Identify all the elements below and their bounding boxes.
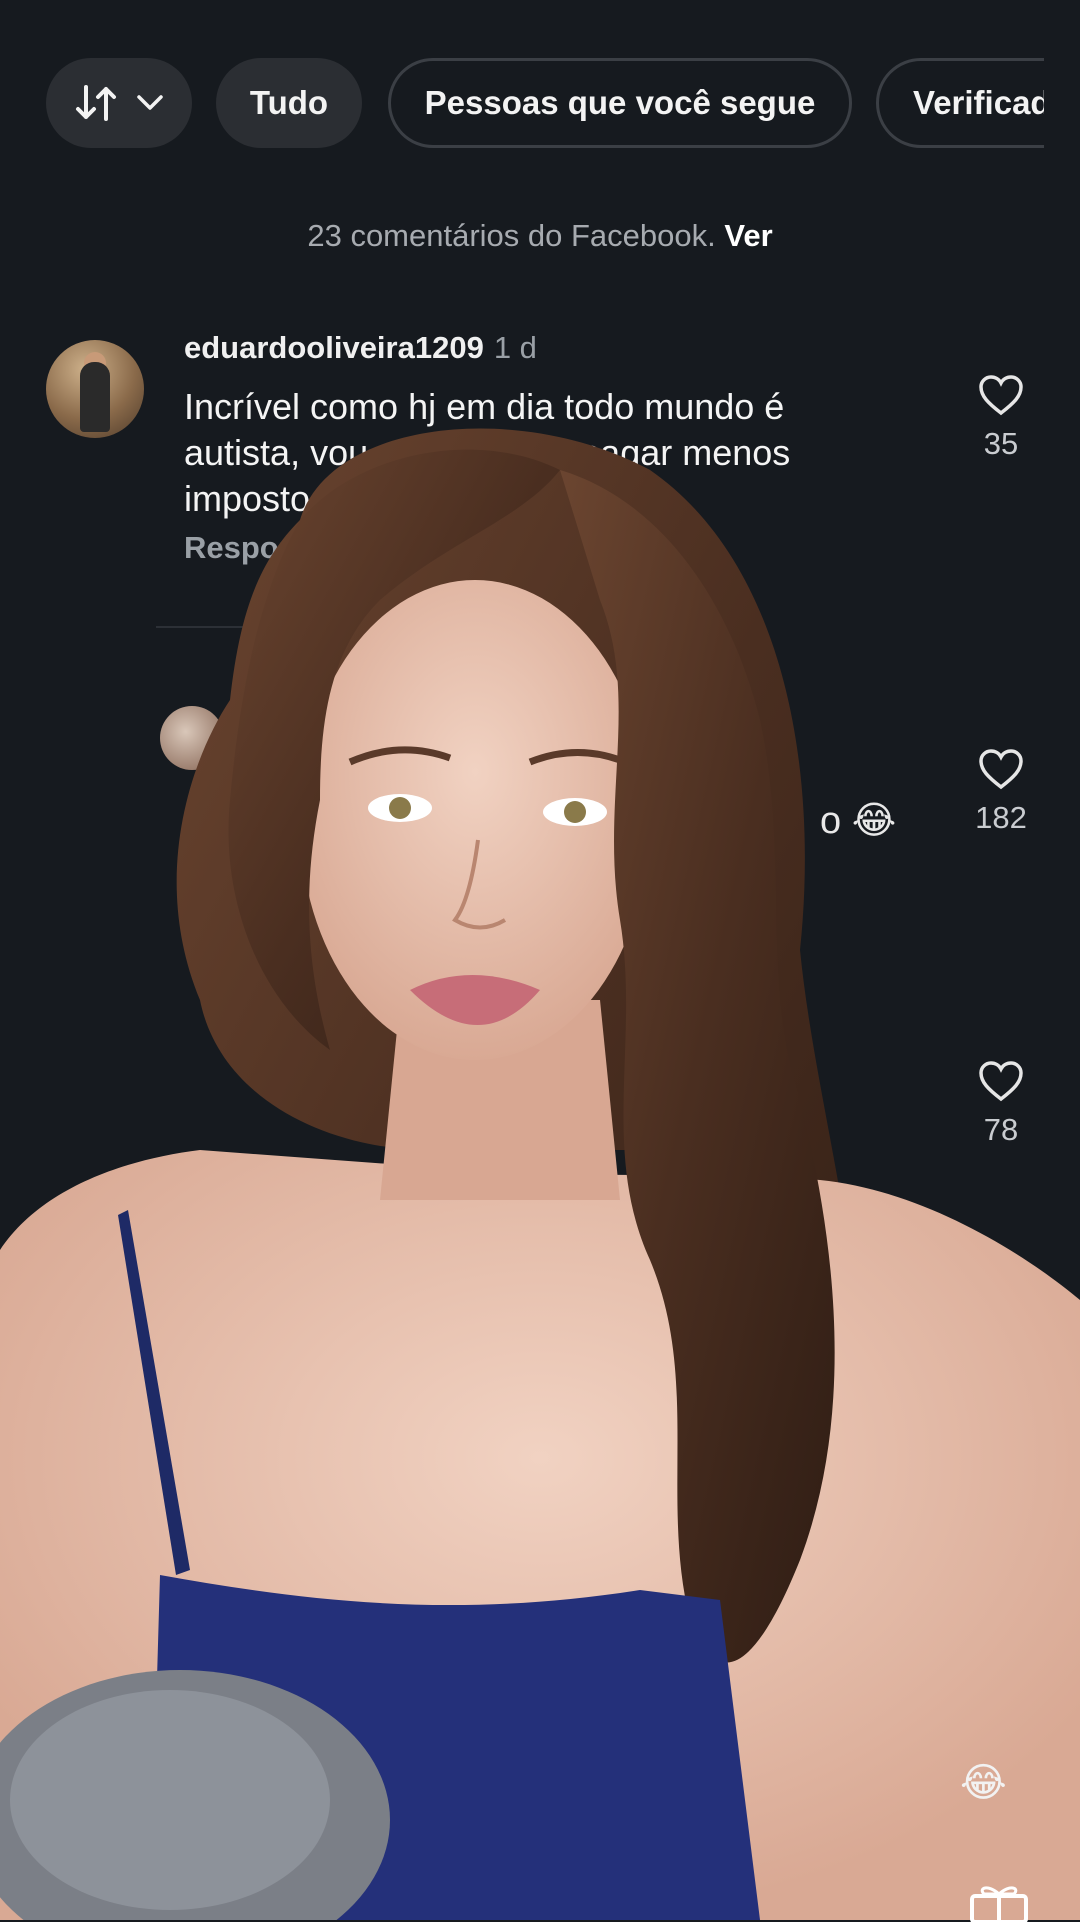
filter-all-chip[interactable]: Tudo	[216, 58, 362, 148]
filter-following-chip[interactable]: Pessoas que você segue	[388, 58, 852, 148]
heart-outline-icon	[979, 375, 1023, 416]
video-overlay-person	[0, 428, 1080, 1920]
comment-text-fragment: o 😂	[820, 800, 897, 842]
gift-icon[interactable]	[966, 1882, 1032, 1922]
filter-verified-chip[interactable]: Verificad	[876, 58, 1044, 148]
comment-time: 1 d	[493, 330, 537, 365]
chevron-down-icon	[137, 95, 163, 110]
like-button[interactable]: 182	[956, 748, 1046, 836]
view-facebook-comments-link[interactable]: Ver	[724, 218, 772, 253]
username-text[interactable]: eduardooliveira1209	[184, 330, 484, 365]
like-count: 35	[983, 426, 1019, 461]
comment-username[interactable]: eduardooliveira1209 1 d	[184, 330, 537, 366]
comment-text: Incrível como hj em dia todo mundo é aut…	[184, 386, 791, 519]
avatar[interactable]	[160, 706, 224, 770]
emoji-reaction[interactable]: 😂	[960, 1760, 1007, 1806]
comment-filter-bar: Tudo Pessoas que você segue Verificad	[46, 58, 1044, 148]
sort-button[interactable]	[46, 58, 192, 148]
heart-outline-icon	[979, 1061, 1023, 1102]
facebook-comments-note: 23 comentários do Facebook. Ver	[0, 218, 1080, 254]
divider	[156, 626, 366, 628]
sort-arrows-icon	[76, 85, 116, 121]
reply-button[interactable]: Responder	[184, 530, 346, 566]
facebook-comments-count: 23 comentários do Facebook.	[307, 218, 716, 253]
like-button[interactable]: 35	[956, 374, 1046, 462]
like-count: 78	[983, 1112, 1019, 1147]
like-count: 182	[975, 800, 1027, 835]
like-button[interactable]: 78	[956, 1060, 1046, 1148]
avatar[interactable]	[46, 340, 144, 438]
heart-outline-icon	[979, 749, 1023, 790]
